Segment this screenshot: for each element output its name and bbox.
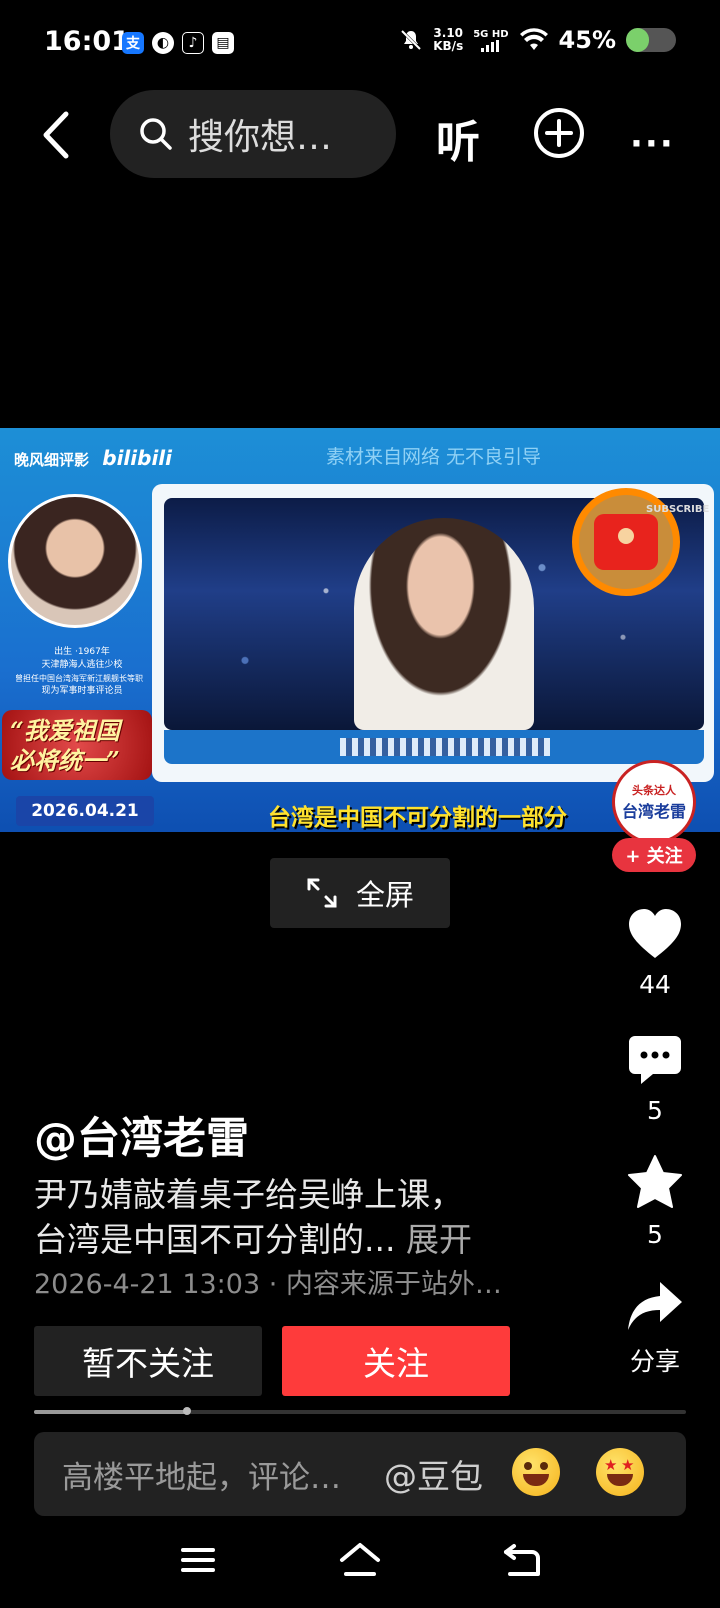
favorite-action[interactable]: 5 xyxy=(610,1154,700,1249)
progress-fill xyxy=(34,1410,188,1414)
video-notice: 素材来自网络 无不良引导 xyxy=(326,446,542,468)
blurred-caption xyxy=(340,738,550,756)
portrait-image xyxy=(8,494,142,628)
comment-action[interactable]: 5 xyxy=(610,1034,700,1125)
search-placeholder: 搜你想… xyxy=(188,117,333,158)
share-action[interactable]: 分享 xyxy=(610,1280,700,1378)
bio-line: 出生 ·1967年 xyxy=(54,647,110,657)
description-line: 尹乃婧敲着桌子给吴峥上课， xyxy=(34,1175,463,1214)
video-player[interactable]: 晚风细评影 bilibili 素材来自网络 无不良引导 出生 ·1967年 天津… xyxy=(0,428,720,832)
video-brand-text: 晚风细评影 xyxy=(14,451,90,469)
fullscreen-button[interactable]: 全屏 xyxy=(270,858,450,928)
laugh-emoji-icon[interactable] xyxy=(512,1448,560,1496)
like-action[interactable]: 44 xyxy=(610,908,700,999)
comment-placeholder: 高楼平地起，评论… xyxy=(62,1459,341,1496)
status-time: 16:01 xyxy=(44,26,130,57)
alipay-icon: 支 xyxy=(122,32,144,54)
tiktok-icon: ♪ xyxy=(182,32,204,54)
post-description: 尹乃婧敲着桌子给吴峥上课， 台湾是中国不可分割的... 展开 xyxy=(34,1172,594,1262)
back-arrow-icon[interactable] xyxy=(36,110,76,160)
battery-icon xyxy=(626,28,676,52)
video-date: 2026.04.21 xyxy=(16,796,154,826)
bio-line: 现为军事时事评论员 xyxy=(41,686,123,696)
net-speed: 3.10 KB/s xyxy=(433,27,463,53)
menu-icon[interactable] xyxy=(180,1542,216,1578)
not-follow-button[interactable]: 暂不关注 xyxy=(34,1326,262,1396)
search-box[interactable]: 搜你想… xyxy=(110,90,396,178)
fullscreen-label: 全屏 xyxy=(355,878,414,912)
comment-input[interactable]: 高楼平地起，评论… @豆包 ★ ★ xyxy=(34,1432,686,1516)
share-label: 分享 xyxy=(629,1347,680,1376)
author-avatar[interactable]: 头条达人 台湾老雷 xyxy=(612,760,696,844)
progress-knob[interactable] xyxy=(183,1407,192,1415)
back-nav-icon[interactable] xyxy=(502,1542,542,1578)
cell-signal: 5G HD xyxy=(473,28,509,52)
add-circle-icon[interactable] xyxy=(532,106,586,160)
subscribe-text: SUBSCRIBE xyxy=(646,504,710,515)
battery-text: 45% xyxy=(558,26,616,54)
mute-bell-icon xyxy=(401,29,422,51)
favorite-count: 5 xyxy=(647,1220,663,1249)
speaker-figure xyxy=(354,518,534,730)
video-progress[interactable] xyxy=(34,1407,686,1415)
net-type: 5G HD xyxy=(473,28,509,40)
at-doubao-button[interactable]: @豆包 xyxy=(384,1450,483,1498)
follow-button[interactable]: 关注 xyxy=(282,1326,510,1396)
post-meta: 2026-4-21 13:03 · 内容来源于站外… xyxy=(34,1269,502,1300)
listen-button[interactable]: 听 xyxy=(436,106,480,170)
slogan-banner: “我爱祖国 必将统一” xyxy=(2,710,152,780)
bilibili-logo: bilibili xyxy=(102,446,173,470)
signal-icon xyxy=(480,39,499,52)
star-eyes-emoji-icon[interactable]: ★ ★ xyxy=(596,1448,644,1496)
card-icon: ▤ xyxy=(212,32,234,54)
top-bar: 搜你想… 听 ··· xyxy=(0,88,720,184)
bio-line: 曾担任中国台湾海军新江舰舰长等职 xyxy=(15,674,143,683)
comment-icon xyxy=(629,1036,681,1084)
video-subtitle: 台湾是中国不可分割的一部分 xyxy=(268,805,567,831)
expand-link[interactable]: 展开 xyxy=(406,1220,472,1259)
star-icon xyxy=(628,1155,682,1208)
net-speed-unit: KB/s xyxy=(433,39,464,53)
share-icon xyxy=(628,1282,682,1330)
expand-icon xyxy=(307,878,337,908)
bio-line: 天津静海人逃往少校 xyxy=(41,660,123,670)
like-count: 44 xyxy=(639,970,671,999)
status-app-icons: 支 ◐ ♪ ▤ xyxy=(122,32,234,54)
avatar-name: 台湾老雷 xyxy=(621,802,686,821)
home-icon[interactable] xyxy=(338,1542,382,1578)
author-name[interactable]: @台湾老雷 xyxy=(34,1104,249,1166)
avatar-top-text: 头条达人 xyxy=(632,784,676,797)
video-brand: 晚风细评影 bilibili xyxy=(14,446,172,470)
search-icon xyxy=(140,118,172,150)
status-bar: 16:01 支 ◐ ♪ ▤ 3.10 KB/s 5G HD 45% xyxy=(0,0,720,88)
more-icon[interactable]: ··· xyxy=(630,124,675,164)
system-nav-bar xyxy=(0,1530,720,1608)
wifi-icon xyxy=(519,28,548,50)
follow-badge-button[interactable]: + 关注 xyxy=(612,838,696,872)
heart-icon xyxy=(629,909,681,958)
battery-fill xyxy=(626,28,649,52)
leaf-icon: ◐ xyxy=(152,32,174,54)
comment-count: 5 xyxy=(647,1096,663,1125)
description-line-2: 台湾是中国不可分割的... 展开 xyxy=(34,1217,594,1262)
description-text: 台湾是中国不可分割的... xyxy=(34,1220,396,1259)
bio-text: 出生 ·1967年 天津静海人逃往少校 曾担任中国台湾海军新江舰舰长等职 现为军… xyxy=(15,646,146,698)
